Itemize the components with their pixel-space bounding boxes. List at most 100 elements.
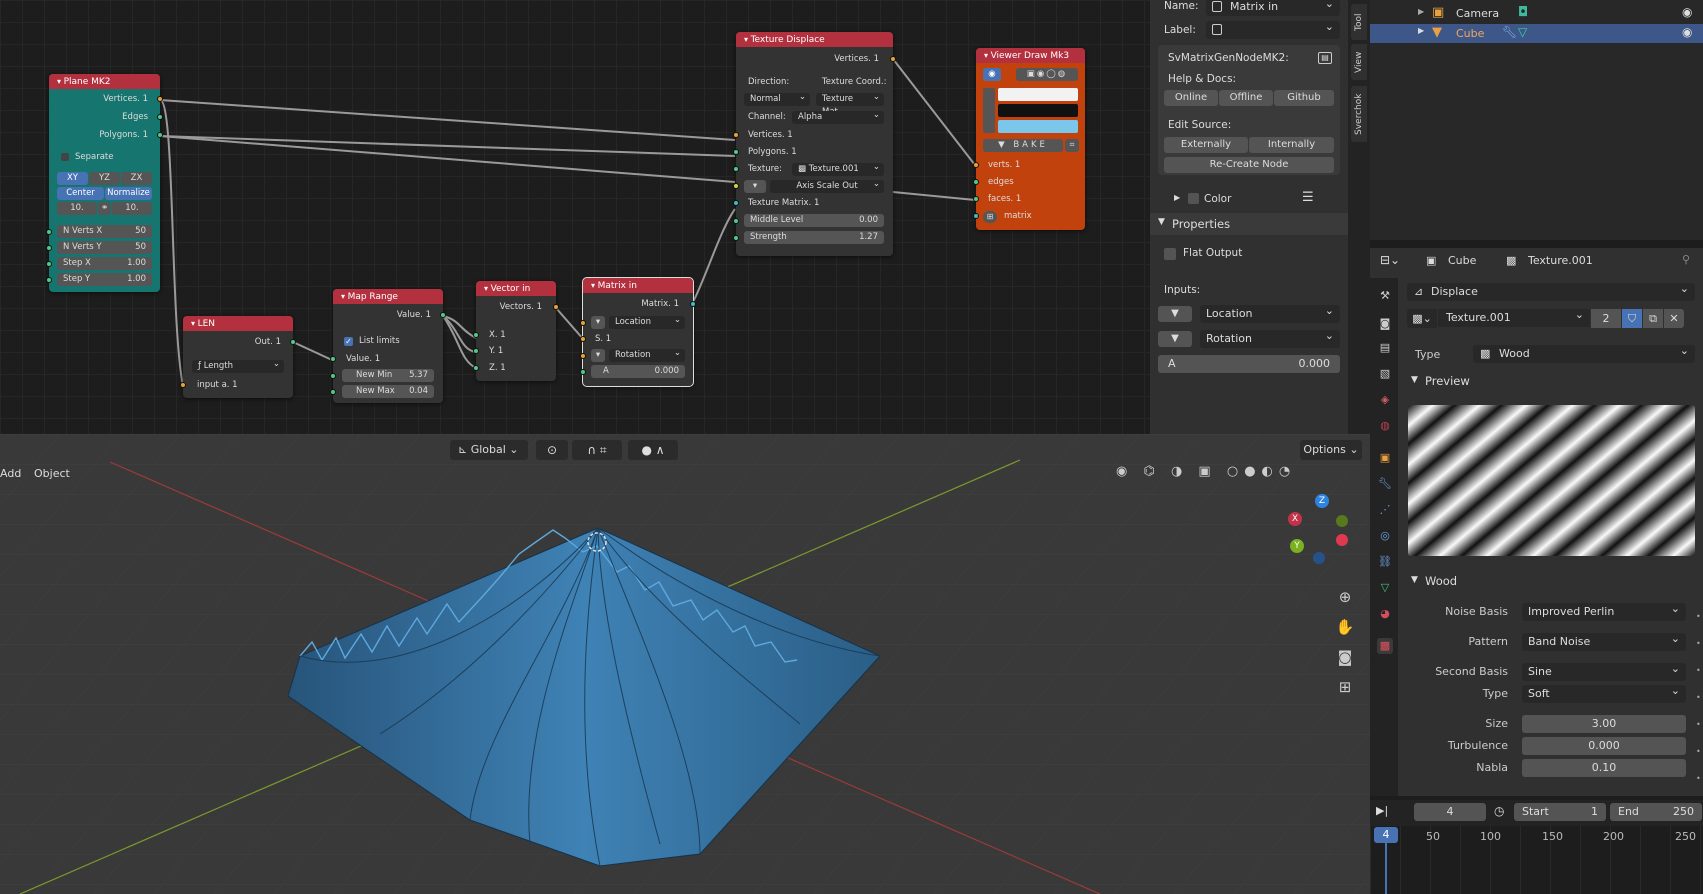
- location-dropdown[interactable]: Location: [1200, 302, 1340, 323]
- matrix-in-node[interactable]: Matrix in Matrix. 1 ▾ Location S. 1 ▾ Ro…: [580, 277, 696, 387]
- visibility-eye-icon[interactable]: ◉: [1682, 5, 1692, 19]
- texture-name-field[interactable]: Texture.001: [1438, 306, 1590, 327]
- matrix-output-socket[interactable]: [690, 301, 696, 307]
- collapse-location-icon[interactable]: ▼: [1158, 306, 1192, 322]
- x-socket[interactable]: [473, 332, 479, 338]
- online-button[interactable]: Online: [1164, 90, 1218, 106]
- texture-type-dropdown[interactable]: Wood: [1473, 342, 1695, 363]
- github-button[interactable]: Github: [1274, 90, 1334, 106]
- bake-button[interactable]: ▼ BAKE: [983, 139, 1063, 152]
- playhead-frame[interactable]: 4: [1374, 827, 1398, 843]
- zx-toggle[interactable]: ZX: [121, 172, 152, 185]
- list-icon[interactable]: ☰: [1302, 190, 1314, 205]
- stopwatch-icon[interactable]: ◷: [1494, 804, 1504, 818]
- value-input-socket[interactable]: [330, 356, 336, 362]
- axis-neg-y[interactable]: [1336, 515, 1348, 527]
- vectors-socket[interactable]: [553, 304, 559, 310]
- texture-socket[interactable]: [733, 166, 739, 172]
- eye-icon[interactable]: ◉: [983, 68, 1001, 81]
- label-field[interactable]: [1206, 18, 1340, 39]
- fake-user-shield-icon[interactable]: ⛉: [1622, 309, 1642, 328]
- edge-color-swatch[interactable]: [998, 104, 1078, 117]
- a-field[interactable]: A 0.000: [1158, 355, 1340, 373]
- direction-dropdown[interactable]: Normal: [744, 91, 810, 106]
- current-frame-field[interactable]: 4: [1414, 803, 1486, 821]
- vertices-input-socket[interactable]: [733, 132, 739, 138]
- menu-add[interactable]: Add: [0, 467, 21, 480]
- a-socket[interactable]: [580, 369, 586, 375]
- map-range-node[interactable]: Map Range Value. 1 ✓ List limits Value. …: [330, 289, 446, 403]
- axis-y[interactable]: Y: [1290, 539, 1304, 553]
- xy-toggle[interactable]: XY: [57, 172, 88, 185]
- collapse-icon[interactable]: ▾: [744, 180, 766, 193]
- docs-icon[interactable]: ▤: [1318, 52, 1332, 64]
- vertex-color-swatch[interactable]: [998, 88, 1078, 101]
- input-socket[interactable]: [180, 382, 186, 388]
- wood-type-dropdown[interactable]: Soft: [1522, 682, 1686, 703]
- object-tab-icon[interactable]: ▣: [1377, 450, 1393, 466]
- jump-end-icon[interactable]: ▶|: [1376, 804, 1388, 817]
- strength-socket[interactable]: [733, 235, 739, 241]
- keyframe-dots[interactable]: • • • • • • •: [1696, 603, 1702, 783]
- wood-panel-header[interactable]: ▼ Wood: [1407, 572, 1703, 594]
- new-max-socket[interactable]: [330, 389, 336, 395]
- axis-scale-dropdown[interactable]: Axis Scale Out: [770, 178, 884, 193]
- tab-sverchok[interactable]: Sverchok: [1351, 86, 1367, 142]
- output-tab-icon[interactable]: ▤: [1377, 340, 1393, 356]
- modifier-tab-icon[interactable]: 🔧︎: [1377, 476, 1393, 492]
- separate-checkbox[interactable]: [61, 153, 69, 161]
- a-field[interactable]: A 0.000: [591, 365, 685, 378]
- polygons-input-socket[interactable]: [733, 149, 739, 155]
- out-socket[interactable]: [290, 339, 296, 345]
- s-socket[interactable]: [580, 336, 586, 342]
- texture-coord-dropdown[interactable]: Texture Mat...: [816, 91, 884, 117]
- nverts-y-socket[interactable]: [46, 245, 52, 251]
- outliner-row-camera[interactable]: ▶ ▣ Camera ◘ ◉: [1370, 5, 1703, 23]
- tab-view[interactable]: View: [1351, 44, 1367, 80]
- viewport-nav-icons[interactable]: ⊕ ✋ ◙ ⊞: [1333, 582, 1357, 702]
- noise-basis-dropdown[interactable]: Improved Perlin: [1522, 600, 1686, 621]
- nverts-x-socket[interactable]: [46, 229, 52, 235]
- strength-field[interactable]: Strength 1.27: [744, 231, 884, 244]
- nverts-x-field[interactable]: N Verts X 50: [57, 225, 152, 238]
- edges-socket[interactable]: [157, 114, 163, 120]
- end-frame-field[interactable]: End 250: [1610, 803, 1702, 821]
- 3d-viewport[interactable]: ⊾ Global ⌄ ⊙ ∩ ⌗ ● ∧ Options ⌄ Add Objec…: [0, 434, 1370, 894]
- texture-datablock[interactable]: ▩⌄ Texture.001 2 ⛉ ⧉ ✕: [1407, 306, 1695, 329]
- new-min-socket[interactable]: [330, 373, 336, 379]
- middle-level-socket[interactable]: [733, 218, 739, 224]
- texture-tab-icon[interactable]: ▩: [1377, 638, 1393, 654]
- pivot-icon[interactable]: ⊙: [536, 440, 568, 460]
- tool-tab-icon[interactable]: ⚒: [1377, 288, 1393, 304]
- yz-toggle[interactable]: YZ: [89, 172, 120, 185]
- face-color-swatch[interactable]: [998, 120, 1078, 133]
- unlink-icon[interactable]: ✕: [1664, 309, 1684, 328]
- texture-selector[interactable]: ▩ Texture.001: [792, 161, 884, 176]
- channel-dropdown[interactable]: Alpha: [792, 109, 884, 124]
- vertices-socket[interactable]: [157, 96, 163, 102]
- texture-matrix-socket[interactable]: [733, 200, 739, 206]
- matrix-socket[interactable]: [973, 213, 979, 219]
- proportional-edit-icon[interactable]: ● ∧: [628, 440, 678, 460]
- step-y-socket[interactable]: [46, 277, 52, 283]
- render-tab-icon[interactable]: ◙: [1377, 316, 1393, 332]
- faces-socket[interactable]: [973, 196, 979, 202]
- value-output-socket[interactable]: [440, 312, 446, 318]
- center-toggle[interactable]: Center: [57, 187, 104, 200]
- display-modes-icon[interactable]: ▣◉◯◍: [1016, 68, 1078, 81]
- physics-tab-icon[interactable]: ◎: [1377, 528, 1393, 544]
- preview-panel-header[interactable]: ▼ Preview: [1407, 372, 1703, 394]
- collapse-rotation-icon[interactable]: ▼: [1158, 331, 1192, 347]
- constraints-tab-icon[interactable]: ⛓︎: [1377, 554, 1393, 570]
- new-min-field[interactable]: New Min 5.37: [342, 369, 434, 382]
- vector-in-node[interactable]: Vector in Vectors. 1 X. 1 Y. 1 Z. 1: [473, 281, 559, 381]
- material-tab-icon[interactable]: ◕: [1377, 606, 1393, 622]
- user-count[interactable]: 2: [1591, 309, 1621, 328]
- editor-type-icon[interactable]: ⊟⌄: [1380, 253, 1400, 267]
- breadcrumb-object[interactable]: Cube: [1448, 254, 1476, 267]
- menu-object[interactable]: Object: [34, 467, 70, 480]
- verts-socket[interactable]: [973, 162, 979, 168]
- toggle-icons[interactable]: [983, 88, 995, 133]
- size-x-field[interactable]: 10.: [57, 202, 97, 215]
- outliner-row-cube[interactable]: ▶ ▼ Cube 🔧︎ ▽ ◉: [1370, 24, 1703, 43]
